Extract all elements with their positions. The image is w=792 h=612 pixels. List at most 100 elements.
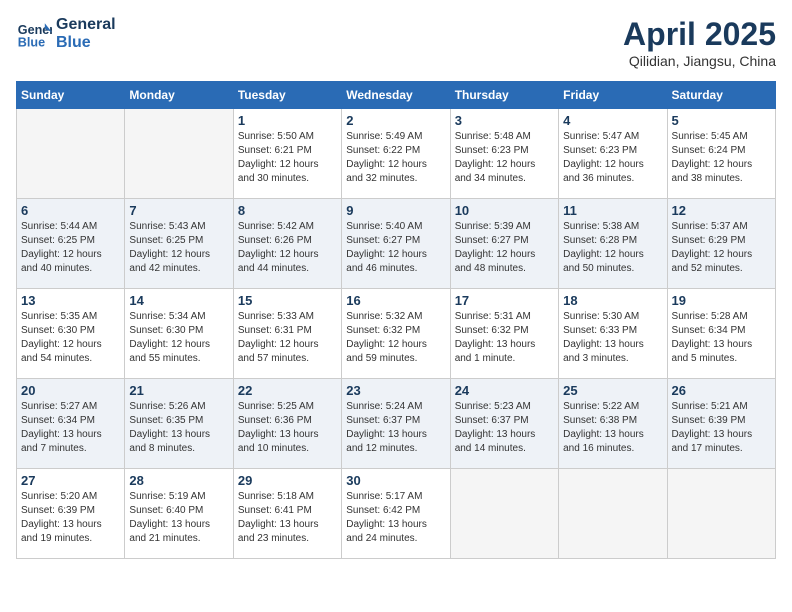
day-info: Sunrise: 5:31 AM Sunset: 6:32 PM Dayligh… <box>455 310 554 366</box>
day-number: 21 <box>129 383 228 398</box>
day-info: Sunrise: 5:39 AM Sunset: 6:27 PM Dayligh… <box>455 220 554 276</box>
weekday-header-saturday: Saturday <box>667 82 775 109</box>
day-number: 12 <box>672 203 771 218</box>
weekday-header-thursday: Thursday <box>450 82 558 109</box>
logo: General Blue General Blue <box>16 16 116 52</box>
day-info: Sunrise: 5:28 AM Sunset: 6:34 PM Dayligh… <box>672 310 771 366</box>
calendar-cell: 29 Sunrise: 5:18 AM Sunset: 6:41 PM Dayli… <box>233 469 341 559</box>
weekday-header-sunday: Sunday <box>17 82 125 109</box>
day-number: 14 <box>129 293 228 308</box>
calendar-cell: 4 Sunrise: 5:47 AM Sunset: 6:23 PM Daylig… <box>559 109 667 199</box>
day-number: 4 <box>563 113 662 128</box>
day-number: 17 <box>455 293 554 308</box>
calendar-cell: 18 Sunrise: 5:30 AM Sunset: 6:33 PM Dayli… <box>559 289 667 379</box>
month-title: April 2025 <box>623 16 776 53</box>
calendar-cell: 3Sunrise: 5:48 AM Sunset: 6:23 PM Daylig… <box>450 109 558 199</box>
day-number: 25 <box>563 383 662 398</box>
calendar-cell: 15 Sunrise: 5:33 AM Sunset: 6:31 PM Dayli… <box>233 289 341 379</box>
day-number: 29 <box>238 473 337 488</box>
calendar-table: SundayMondayTuesdayWednesdayThursdayFrid… <box>16 81 776 559</box>
day-info: Sunrise: 5:18 AM Sunset: 6:41 PM Dayligh… <box>238 490 337 546</box>
day-number: 7 <box>129 203 228 218</box>
calendar-cell: 16 Sunrise: 5:32 AM Sunset: 6:32 PM Dayli… <box>342 289 450 379</box>
day-number: 6 <box>21 203 120 218</box>
day-number: 10 <box>455 203 554 218</box>
calendar-cell: 7 Sunrise: 5:43 AM Sunset: 6:25 PM Daylig… <box>125 199 233 289</box>
weekday-header-monday: Monday <box>125 82 233 109</box>
day-info: Sunrise: 5:42 AM Sunset: 6:26 PM Dayligh… <box>238 220 337 276</box>
day-info: Sunrise: 5:37 AM Sunset: 6:29 PM Dayligh… <box>672 220 771 276</box>
calendar-cell: 9 Sunrise: 5:40 AM Sunset: 6:27 PM Daylig… <box>342 199 450 289</box>
calendar-cell <box>125 109 233 199</box>
calendar-cell: 11Sunrise: 5:38 AM Sunset: 6:28 PM Dayli… <box>559 199 667 289</box>
day-info: Sunrise: 5:43 AM Sunset: 6:25 PM Dayligh… <box>129 220 228 276</box>
day-info: Sunrise: 5:50 AM Sunset: 6:21 PM Dayligh… <box>238 130 337 186</box>
day-number: 28 <box>129 473 228 488</box>
calendar-cell: 22Sunrise: 5:25 AM Sunset: 6:36 PM Dayli… <box>233 379 341 469</box>
day-info: Sunrise: 5:34 AM Sunset: 6:30 PM Dayligh… <box>129 310 228 366</box>
day-number: 16 <box>346 293 445 308</box>
day-info: Sunrise: 5:32 AM Sunset: 6:32 PM Dayligh… <box>346 310 445 366</box>
day-info: Sunrise: 5:44 AM Sunset: 6:25 PM Dayligh… <box>21 220 120 276</box>
calendar-cell: 14 Sunrise: 5:34 AM Sunset: 6:30 PM Dayli… <box>125 289 233 379</box>
week-row-2: 6 Sunrise: 5:44 AM Sunset: 6:25 PM Daylig… <box>17 199 776 289</box>
calendar-cell: 25Sunrise: 5:22 AM Sunset: 6:38 PM Dayli… <box>559 379 667 469</box>
day-info: Sunrise: 5:20 AM Sunset: 6:39 PM Dayligh… <box>21 490 120 546</box>
day-info: Sunrise: 5:17 AM Sunset: 6:42 PM Dayligh… <box>346 490 445 546</box>
calendar-cell: 6 Sunrise: 5:44 AM Sunset: 6:25 PM Daylig… <box>17 199 125 289</box>
day-number: 15 <box>238 293 337 308</box>
calendar-cell: 28Sunrise: 5:19 AM Sunset: 6:40 PM Dayli… <box>125 469 233 559</box>
day-info: Sunrise: 5:47 AM Sunset: 6:23 PM Dayligh… <box>563 130 662 186</box>
day-number: 26 <box>672 383 771 398</box>
calendar-cell <box>17 109 125 199</box>
day-number: 18 <box>563 293 662 308</box>
header-row: SundayMondayTuesdayWednesdayThursdayFrid… <box>17 82 776 109</box>
day-info: Sunrise: 5:21 AM Sunset: 6:39 PM Dayligh… <box>672 400 771 456</box>
day-info: Sunrise: 5:33 AM Sunset: 6:31 PM Dayligh… <box>238 310 337 366</box>
day-info: Sunrise: 5:40 AM Sunset: 6:27 PM Dayligh… <box>346 220 445 276</box>
day-info: Sunrise: 5:35 AM Sunset: 6:30 PM Dayligh… <box>21 310 120 366</box>
day-info: Sunrise: 5:45 AM Sunset: 6:24 PM Dayligh… <box>672 130 771 186</box>
calendar-cell <box>559 469 667 559</box>
day-number: 24 <box>455 383 554 398</box>
calendar-cell: 10 Sunrise: 5:39 AM Sunset: 6:27 PM Dayli… <box>450 199 558 289</box>
title-area: April 2025 Qilidian, Jiangsu, China <box>623 16 776 69</box>
calendar-cell: 12 Sunrise: 5:37 AM Sunset: 6:29 PM Dayli… <box>667 199 775 289</box>
location: Qilidian, Jiangsu, China <box>623 53 776 69</box>
calendar-cell: 24 Sunrise: 5:23 AM Sunset: 6:37 PM Dayli… <box>450 379 558 469</box>
calendar-cell: 23 Sunrise: 5:24 AM Sunset: 6:37 PM Dayli… <box>342 379 450 469</box>
logo-icon: General Blue <box>16 16 52 52</box>
day-number: 5 <box>672 113 771 128</box>
logo-general: General <box>56 16 116 34</box>
calendar-cell: 8 Sunrise: 5:42 AM Sunset: 6:26 PM Daylig… <box>233 199 341 289</box>
day-number: 20 <box>21 383 120 398</box>
calendar-cell: 21Sunrise: 5:26 AM Sunset: 6:35 PM Dayli… <box>125 379 233 469</box>
week-row-4: 20 Sunrise: 5:27 AM Sunset: 6:34 PM Dayli… <box>17 379 776 469</box>
calendar-cell <box>450 469 558 559</box>
day-info: Sunrise: 5:30 AM Sunset: 6:33 PM Dayligh… <box>563 310 662 366</box>
weekday-header-wednesday: Wednesday <box>342 82 450 109</box>
day-number: 19 <box>672 293 771 308</box>
day-number: 30 <box>346 473 445 488</box>
svg-text:Blue: Blue <box>18 36 45 50</box>
day-number: 2 <box>346 113 445 128</box>
day-number: 3 <box>455 113 554 128</box>
day-number: 13 <box>21 293 120 308</box>
weekday-header-friday: Friday <box>559 82 667 109</box>
day-info: Sunrise: 5:23 AM Sunset: 6:37 PM Dayligh… <box>455 400 554 456</box>
day-number: 22 <box>238 383 337 398</box>
calendar-cell: 2Sunrise: 5:49 AM Sunset: 6:22 PM Daylig… <box>342 109 450 199</box>
day-number: 27 <box>21 473 120 488</box>
day-info: Sunrise: 5:27 AM Sunset: 6:34 PM Dayligh… <box>21 400 120 456</box>
calendar-cell: 17 Sunrise: 5:31 AM Sunset: 6:32 PM Dayli… <box>450 289 558 379</box>
day-number: 8 <box>238 203 337 218</box>
week-row-3: 13 Sunrise: 5:35 AM Sunset: 6:30 PM Dayli… <box>17 289 776 379</box>
day-info: Sunrise: 5:24 AM Sunset: 6:37 PM Dayligh… <box>346 400 445 456</box>
calendar-cell: 27 Sunrise: 5:20 AM Sunset: 6:39 PM Dayli… <box>17 469 125 559</box>
day-number: 23 <box>346 383 445 398</box>
day-number: 9 <box>346 203 445 218</box>
calendar-cell: 5 Sunrise: 5:45 AM Sunset: 6:24 PM Daylig… <box>667 109 775 199</box>
calendar-cell: 26 Sunrise: 5:21 AM Sunset: 6:39 PM Dayli… <box>667 379 775 469</box>
calendar-cell: 1Sunrise: 5:50 AM Sunset: 6:21 PM Daylig… <box>233 109 341 199</box>
week-row-5: 27 Sunrise: 5:20 AM Sunset: 6:39 PM Dayli… <box>17 469 776 559</box>
